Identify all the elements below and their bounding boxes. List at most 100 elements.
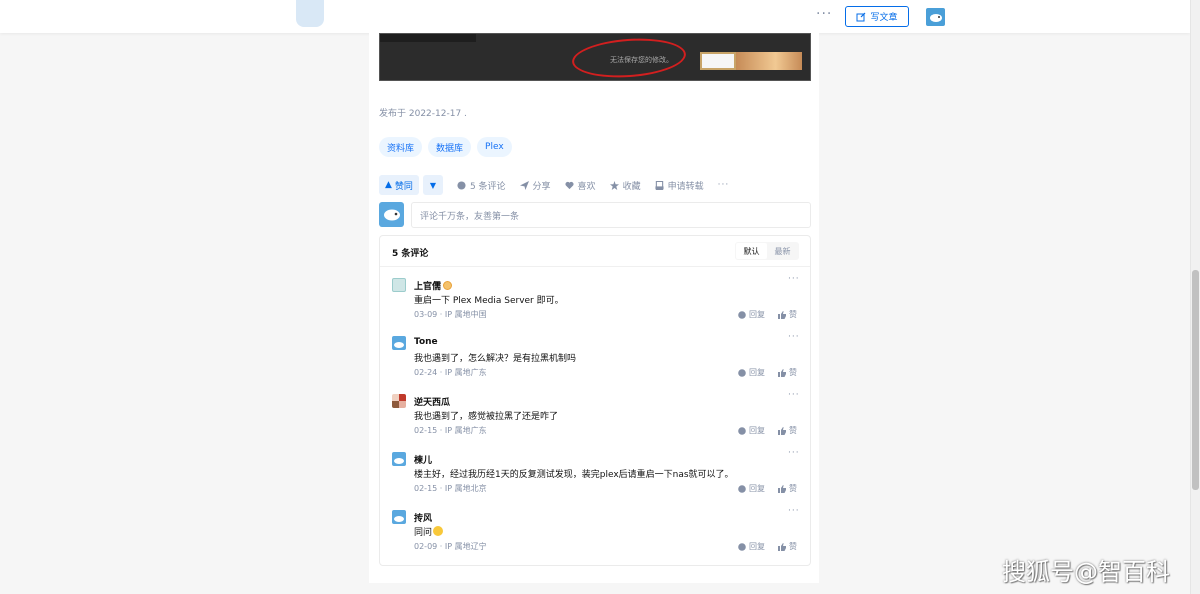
comment-more-icon[interactable]: ··· (788, 506, 800, 516)
pattern-avatar-icon[interactable] (392, 278, 406, 292)
more-options-icon[interactable]: ··· (816, 6, 832, 22)
comment-text: 我也遇到了，怎么解决？是有拉黑机制吗 (414, 354, 577, 364)
comment-meta: 02-15 · IP 属地广东 (414, 426, 487, 435)
tag-item[interactable]: 资料库 (379, 137, 423, 157)
reply-label: 回复 (749, 542, 765, 551)
comments-button[interactable]: 5 条评论 (457, 179, 506, 192)
downvote-button[interactable]: ▼ (422, 175, 443, 195)
bird-avatar-icon[interactable] (392, 510, 406, 524)
tag-item[interactable]: Plex (477, 137, 512, 157)
like-label: 赞 (789, 310, 797, 319)
upvote-label: 赞同 (394, 181, 413, 192)
comment-author[interactable]: 上官儒 (414, 279, 453, 292)
reply-button[interactable]: 回复 (738, 367, 765, 378)
comment-input[interactable]: 评论千万条，友善第一条 (411, 202, 811, 228)
comments-label: 5 条评论 (469, 181, 506, 192)
reply-label: 回复 (749, 426, 765, 435)
reprint-label: 申请转载 (667, 181, 704, 192)
share-button[interactable]: 分享 (519, 179, 551, 192)
like-label: 赞 (789, 542, 797, 551)
comment-more-icon[interactable]: ··· (788, 274, 800, 284)
my-avatar (379, 202, 404, 227)
document-icon (655, 180, 664, 190)
like-label: 喜欢 (577, 181, 596, 192)
thumb-up-icon (778, 542, 786, 551)
heart-icon (564, 181, 574, 189)
reply-label: 回复 (749, 484, 765, 493)
comment-editor: 评论千万条，友善第一条 (379, 202, 811, 228)
scrollbar-thumb[interactable] (1192, 270, 1199, 490)
bird-shape (394, 458, 404, 464)
paper-plane-icon (519, 180, 529, 190)
reprint-button[interactable]: 申请转载 (655, 179, 704, 192)
user-avatar[interactable] (926, 8, 945, 26)
bird-avatar-icon (930, 14, 942, 22)
like-label: 赞 (789, 368, 797, 377)
like-comment-button[interactable]: 赞 (778, 309, 797, 320)
comments-panel: 5 条评论 默认 最新 上官儒 重启一下 Plex Media Server 即… (379, 235, 811, 566)
reply-bubble-icon (738, 368, 746, 377)
like-comment-button[interactable]: 赞 (778, 367, 797, 378)
comment-more-icon[interactable]: ··· (788, 390, 800, 400)
comment-author-name[interactable]: 楝儿 (414, 453, 432, 466)
tag-item[interactable]: 数据库 (428, 137, 472, 157)
star-icon (609, 180, 619, 190)
bird-avatar-icon[interactable] (392, 336, 406, 350)
comment-more-icon[interactable]: ··· (788, 448, 800, 458)
reply-label: 回复 (749, 368, 765, 377)
comment-meta: 03-09 · IP 属地中国 (414, 310, 487, 319)
share-label: 分享 (532, 181, 551, 192)
reply-bubble-icon (738, 542, 746, 551)
image-button-gold (736, 52, 802, 70)
comment-meta: 02-09 · IP 属地辽宁 (414, 542, 487, 551)
thumb-up-icon (778, 310, 786, 319)
collect-button[interactable]: 收藏 (609, 179, 641, 192)
like-button[interactable]: 喜欢 (564, 179, 596, 192)
comments-header: 5 条评论 默认 最新 (380, 236, 810, 267)
bird-avatar-icon[interactable] (392, 452, 406, 466)
comment-item: 楝儿 楼主好，经过我历经1天的反复测试发现，装完plex后请重启一下nas就可以… (392, 448, 800, 500)
comment-item: Tone 我也遇到了，怎么解决？是有拉黑机制吗 02-24 · IP 属地广东 … (392, 332, 800, 384)
emoji-icon (433, 526, 444, 536)
comment-more-icon[interactable]: ··· (788, 332, 800, 342)
bird-shape (394, 516, 404, 522)
comment-author-name[interactable]: 逆天西瓜 (414, 395, 450, 408)
more-actions-icon[interactable]: ··· (718, 180, 730, 190)
comment-author-name[interactable]: 抟风 (414, 511, 432, 524)
reply-button[interactable]: 回复 (738, 425, 765, 436)
page-scrollbar[interactable] (1190, 0, 1200, 594)
like-comment-button[interactable]: 赞 (778, 425, 797, 436)
collect-label: 收藏 (622, 181, 641, 192)
sort-latest-tab[interactable]: 最新 (767, 243, 798, 259)
write-article-button[interactable]: 写文章 (845, 6, 909, 27)
comment-bubble-icon (457, 180, 466, 190)
logo-icon[interactable] (296, 0, 324, 27)
article-screenshot-image: 无法保存您的修改。 (379, 33, 811, 81)
like-comment-button[interactable]: 赞 (778, 483, 797, 494)
like-comment-button[interactable]: 赞 (778, 541, 797, 552)
upvote-button[interactable]: ▲ 赞同 (379, 175, 419, 195)
image-darkbar (380, 34, 476, 42)
top-bar: ··· 写文章 (0, 0, 1190, 33)
comment-author-name[interactable]: Tone (414, 337, 438, 347)
photo-avatar-icon[interactable] (392, 394, 406, 408)
sort-default-tab[interactable]: 默认 (736, 243, 767, 259)
tag-list: 资料库 数据库 Plex (379, 137, 512, 157)
comment-text: 重启一下 Plex Media Server 即可。 (414, 296, 564, 306)
comment-author-name: 上官儒 (414, 282, 442, 292)
watermark-text: 搜狐号@智百科 (1002, 558, 1170, 586)
sort-switch: 默认 最新 (735, 242, 799, 260)
thumb-up-icon (778, 426, 786, 435)
comment-meta: 02-24 · IP 属地广东 (414, 368, 487, 377)
thumb-up-icon (778, 368, 786, 377)
thumb-up-icon (778, 484, 786, 493)
reply-button[interactable]: 回复 (738, 541, 765, 552)
comment-text-content: 同问 (414, 528, 433, 538)
comment-text: 楼主好，经过我历经1天的反复测试发现，装完plex后请重启一下nas就可以了。 (414, 470, 734, 480)
bird-avatar-icon (384, 209, 400, 221)
comment-item: 上官儒 重启一下 Plex Media Server 即可。 03-09 · I… (392, 274, 800, 326)
reply-button[interactable]: 回复 (738, 483, 765, 494)
reply-button[interactable]: 回复 (738, 309, 765, 320)
triangle-up-icon: ▲ (385, 180, 392, 190)
reply-bubble-icon (738, 484, 746, 493)
